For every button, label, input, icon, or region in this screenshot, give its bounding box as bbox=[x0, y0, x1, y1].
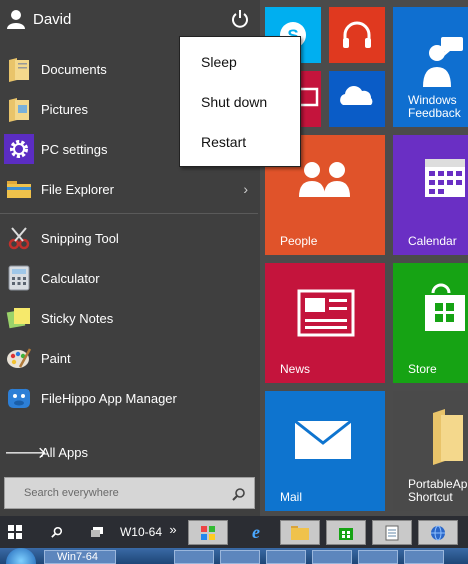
host-taskbar: Win7-64 bbox=[0, 548, 468, 564]
more-chevron[interactable]: » bbox=[164, 516, 182, 542]
tile-portableapps[interactable]: PortableApps Shortcut bbox=[393, 391, 468, 511]
tile-windows-feedback[interactable]: Windows Feedback bbox=[393, 7, 468, 127]
host-task-win7[interactable]: Win7-64 bbox=[44, 550, 116, 564]
search-placeholder: Search everywhere bbox=[24, 487, 119, 499]
windows-flag-icon bbox=[201, 525, 215, 540]
notepad-icon bbox=[385, 525, 399, 540]
start-item-label: Documents bbox=[41, 61, 107, 77]
all-apps-label: All Apps bbox=[41, 444, 88, 460]
start-menu: David Documents Pictures PC settings Fil… bbox=[0, 0, 468, 516]
tile-store[interactable]: Store bbox=[393, 263, 468, 383]
start-button[interactable] bbox=[0, 519, 30, 545]
start-item-file-explorer[interactable]: File Explorer › bbox=[0, 169, 258, 209]
taskbar-app-ie[interactable]: e bbox=[236, 519, 276, 545]
cloud-icon bbox=[340, 86, 373, 105]
start-item-paint[interactable]: Paint bbox=[0, 338, 258, 378]
start-item-label: Paint bbox=[41, 350, 71, 366]
host-start-orb[interactable] bbox=[6, 548, 36, 564]
host-task-button[interactable] bbox=[266, 550, 306, 564]
start-item-calculator[interactable]: Calculator bbox=[0, 258, 258, 298]
file-explorer-icon bbox=[4, 174, 34, 204]
search-box[interactable]: Search everywhere bbox=[4, 477, 255, 509]
globe-icon bbox=[431, 525, 445, 540]
user-account[interactable]: David bbox=[6, 6, 71, 32]
menu-divider bbox=[0, 213, 258, 214]
user-name: David bbox=[33, 10, 72, 28]
snipping-tool-icon bbox=[4, 223, 34, 253]
search-icon bbox=[51, 526, 63, 538]
mail-icon bbox=[294, 419, 352, 459]
taskbar-app-globe[interactable] bbox=[418, 520, 458, 545]
power-menu: Sleep Shut down Restart bbox=[179, 36, 301, 167]
tile-news[interactable]: News bbox=[265, 263, 385, 383]
search-icon[interactable] bbox=[232, 487, 246, 501]
paint-icon bbox=[4, 343, 34, 373]
power-menu-restart[interactable]: Restart bbox=[201, 134, 246, 150]
folder-icon bbox=[433, 409, 463, 465]
start-item-label: File Explorer bbox=[41, 181, 114, 197]
internet-explorer-icon: e bbox=[252, 521, 260, 542]
filehippo-icon bbox=[4, 383, 34, 413]
store-icon bbox=[339, 527, 353, 540]
task-view-button[interactable] bbox=[84, 519, 110, 545]
tile-onedrive[interactable] bbox=[329, 71, 385, 127]
gear-icon bbox=[4, 134, 34, 164]
host-task-button[interactable] bbox=[220, 550, 260, 564]
desktop-label[interactable]: W10-64 bbox=[116, 519, 166, 545]
start-item-label: Snipping Tool bbox=[41, 230, 119, 246]
tile-label: Windows Feedback bbox=[408, 93, 461, 120]
tile-music[interactable] bbox=[329, 7, 385, 63]
headphones-icon bbox=[343, 21, 371, 48]
taskbar-search-button[interactable] bbox=[44, 519, 70, 545]
taskbar-app-windows[interactable] bbox=[188, 520, 228, 545]
host-task-button[interactable] bbox=[312, 550, 352, 564]
start-item-label: Calculator bbox=[41, 270, 100, 286]
tile-mail[interactable]: Mail bbox=[265, 391, 385, 511]
folder-icon bbox=[291, 525, 309, 540]
calculator-icon bbox=[4, 263, 34, 293]
tile-label: PortableApps Shortcut bbox=[408, 477, 468, 504]
tile-label: People bbox=[280, 234, 318, 248]
power-menu-sleep[interactable]: Sleep bbox=[201, 54, 237, 70]
tile-calendar[interactable]: Calendar bbox=[393, 135, 468, 255]
taskbar-app-store[interactable] bbox=[326, 520, 366, 545]
pictures-folder-icon bbox=[4, 94, 34, 124]
tile-label: News bbox=[280, 362, 311, 376]
news-icon bbox=[297, 289, 355, 337]
taskbar: W10-64 » e bbox=[0, 516, 468, 548]
task-view-icon bbox=[91, 527, 103, 537]
start-item-filehippo[interactable]: FileHippo App Manager bbox=[0, 378, 258, 418]
documents-folder-icon bbox=[4, 54, 34, 84]
windows-logo-icon bbox=[8, 525, 22, 539]
host-task-label: Win7-64 bbox=[57, 551, 98, 563]
tile-label: Calendar bbox=[408, 234, 457, 248]
store-icon bbox=[425, 283, 465, 331]
arrow-right-icon: 🡒 bbox=[4, 444, 47, 462]
start-item-label: PC settings bbox=[41, 141, 108, 157]
calendar-icon bbox=[425, 159, 465, 197]
user-avatar-icon bbox=[7, 10, 25, 29]
start-item-label: Pictures bbox=[41, 101, 88, 117]
feedback-icon bbox=[423, 37, 463, 87]
start-item-label: Sticky Notes bbox=[41, 310, 114, 326]
chevron-right-icon[interactable]: › bbox=[243, 181, 248, 197]
host-task-button[interactable] bbox=[358, 550, 398, 564]
sticky-notes-icon bbox=[4, 303, 34, 333]
power-icon[interactable] bbox=[230, 9, 250, 29]
host-task-button[interactable] bbox=[404, 550, 444, 564]
all-apps-button[interactable]: 🡒 All Apps bbox=[0, 434, 258, 470]
host-task-button[interactable] bbox=[174, 550, 214, 564]
start-item-snipping-tool[interactable]: Snipping Tool bbox=[0, 218, 258, 258]
tile-label: Mail bbox=[280, 490, 303, 504]
taskbar-app-notepad[interactable] bbox=[372, 520, 412, 545]
start-item-sticky-notes[interactable]: Sticky Notes bbox=[0, 298, 258, 338]
power-menu-shut-down[interactable]: Shut down bbox=[201, 94, 267, 110]
taskbar-app-explorer[interactable] bbox=[280, 520, 320, 545]
start-item-label: FileHippo App Manager bbox=[41, 390, 177, 406]
tile-label: Store bbox=[408, 362, 437, 376]
